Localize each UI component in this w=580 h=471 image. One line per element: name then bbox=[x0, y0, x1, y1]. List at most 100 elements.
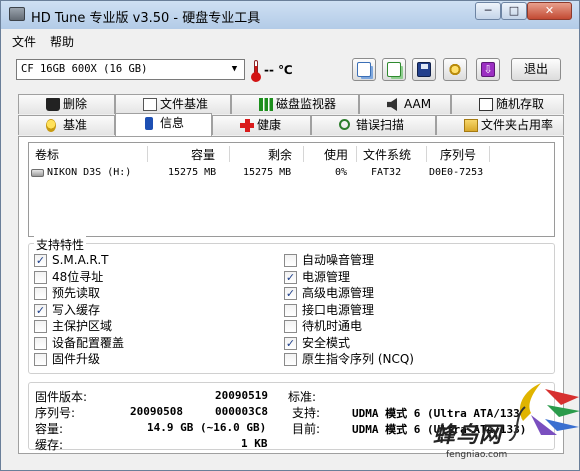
checkbox-checked-icon[interactable]: ✓ bbox=[34, 303, 47, 317]
serial-label: 序列号: bbox=[35, 406, 76, 420]
capacity-value: 14.9 GB (~16.0 GB) bbox=[147, 421, 267, 434]
checkbox-unchecked-icon[interactable] bbox=[284, 254, 297, 267]
feature-label: 固件升级 bbox=[52, 352, 101, 366]
options-icon bbox=[448, 62, 462, 77]
feature-checkbox[interactable]: 原生指令序列 (NCQ) bbox=[284, 352, 414, 368]
checkbox-unchecked-icon[interactable] bbox=[34, 320, 47, 333]
feature-checkbox[interactable]: ✓ 高级电源管理 bbox=[284, 286, 374, 302]
row-volume-label[interactable]: NIKON D3S (H:) bbox=[47, 167, 131, 178]
checkbox-unchecked-icon[interactable] bbox=[284, 303, 297, 317]
tab-file-benchmark-label: 文件基准 bbox=[160, 97, 209, 111]
checkbox-checked-icon[interactable]: ✓ bbox=[284, 336, 297, 350]
feature-checkbox[interactable]: 待机时通电 bbox=[284, 319, 362, 335]
column-header-filesystem[interactable]: 文件系统 bbox=[363, 146, 411, 163]
drive-select[interactable]: CF 16GB 600X (16 GB) ▼ bbox=[16, 59, 245, 80]
tab-aam[interactable]: AAM bbox=[359, 94, 451, 114]
partition-list[interactable]: 卷标 容量 剩余 使用 文件系统 序列号 NIKON D3S (H:) 1527… bbox=[28, 142, 555, 237]
window-title: HD Tune 专业版 v3.50 - 硬盘专业工具 bbox=[31, 11, 261, 26]
app-window: HD Tune 专业版 v3.50 - 硬盘专业工具 ─ □ ✕ 文件 帮助 C… bbox=[0, 0, 580, 471]
feature-label: 48位寻址 bbox=[52, 269, 104, 284]
lightbulb-icon bbox=[46, 119, 56, 132]
feature-label: 电源管理 bbox=[302, 269, 351, 284]
feature-label: 高级电源管理 bbox=[302, 286, 375, 300]
checkbox-checked-icon[interactable]: ✓ bbox=[34, 254, 47, 267]
watermark-text: 蜂鸟网 bbox=[433, 423, 503, 448]
checkbox-checked-icon[interactable]: ✓ bbox=[284, 287, 297, 300]
feature-checkbox[interactable]: ✓ S.M.A.R.T bbox=[34, 253, 108, 269]
serial-value-b: 000003C8 bbox=[215, 405, 268, 418]
watermark-bird-logo bbox=[508, 383, 580, 441]
checkbox-unchecked-icon[interactable] bbox=[34, 270, 47, 284]
copy-text-button[interactable] bbox=[352, 58, 376, 81]
feature-checkbox[interactable]: 固件升级 bbox=[34, 352, 100, 368]
checkbox-unchecked-icon[interactable] bbox=[34, 287, 47, 300]
column-header-serial[interactable]: 序列号 bbox=[440, 146, 476, 163]
tab-random-access[interactable]: 随机存取 bbox=[451, 94, 564, 114]
tab-error-scan[interactable]: 错误扫描 bbox=[311, 115, 436, 135]
column-header-free[interactable]: 剩余 bbox=[268, 146, 292, 163]
close-button[interactable]: ✕ bbox=[527, 2, 572, 20]
checkbox-checked-icon[interactable]: ✓ bbox=[284, 270, 297, 284]
menu-bar: 文件 帮助 bbox=[1, 30, 579, 50]
toolbar: CF 16GB 600X (16 GB) ▼ -- ℃ ⇩ 退出 bbox=[1, 51, 579, 89]
save-icon bbox=[417, 62, 431, 77]
menu-help[interactable]: 帮助 bbox=[50, 33, 74, 50]
features-title: 支持特性 bbox=[34, 236, 87, 253]
minimize-button[interactable]: ─ bbox=[475, 2, 501, 20]
tab-folder-usage[interactable]: 文件夹占用率 bbox=[436, 115, 564, 135]
tab-erase[interactable]: 删除 bbox=[18, 94, 115, 114]
tab-random-access-label: 随机存取 bbox=[496, 97, 545, 111]
copy-screenshot-button[interactable] bbox=[382, 58, 406, 81]
feature-checkbox[interactable]: 接口电源管理 bbox=[284, 303, 374, 319]
feature-checkbox[interactable]: 设备配置覆盖 bbox=[34, 336, 124, 352]
column-header-label[interactable]: 卷标 bbox=[35, 146, 59, 163]
download-icon: ⇩ bbox=[481, 62, 495, 77]
feature-checkbox[interactable]: ✓ 电源管理 bbox=[284, 270, 350, 286]
tab-info-label: 信息 bbox=[160, 116, 185, 130]
tab-disk-monitor[interactable]: 磁盘监视器 bbox=[231, 94, 359, 114]
copy-text-icon bbox=[357, 62, 371, 77]
feature-label: S.M.A.R.T bbox=[52, 253, 109, 267]
checkbox-unchecked-icon[interactable] bbox=[34, 353, 47, 366]
chevron-down-icon[interactable]: ▼ bbox=[227, 62, 242, 77]
maximize-button[interactable]: □ bbox=[501, 2, 527, 20]
feature-label: 设备配置覆盖 bbox=[52, 335, 125, 350]
options-button[interactable] bbox=[443, 58, 467, 81]
checkbox-unchecked-icon[interactable] bbox=[284, 320, 297, 333]
info-icon bbox=[145, 117, 153, 130]
trash-icon bbox=[46, 98, 60, 111]
feature-checkbox[interactable]: 主保护区域 bbox=[34, 319, 112, 335]
download-button[interactable]: ⇩ bbox=[476, 58, 500, 81]
drive-select-value: CF 16GB 600X (16 GB) bbox=[21, 63, 148, 75]
column-header-used[interactable]: 使用 bbox=[324, 146, 348, 163]
speaker-icon bbox=[387, 98, 397, 111]
tab-folder-usage-label: 文件夹占用率 bbox=[481, 118, 554, 132]
tab-error-scan-label: 错误扫描 bbox=[356, 118, 405, 132]
supported-mode-label: 支持: bbox=[292, 406, 321, 420]
title-bar: HD Tune 专业版 v3.50 - 硬盘专业工具 ─ □ ✕ bbox=[1, 1, 579, 29]
tab-info[interactable]: 信息 bbox=[115, 113, 212, 136]
tab-disk-monitor-label: 磁盘监视器 bbox=[276, 97, 337, 111]
feature-checkbox[interactable]: ✓ 安全模式 bbox=[284, 336, 350, 352]
menu-file[interactable]: 文件 bbox=[12, 33, 36, 50]
row-free: 15275 MB bbox=[243, 167, 292, 178]
column-header-capacity[interactable]: 容量 bbox=[191, 146, 215, 163]
feature-label: 原生指令序列 (NCQ) bbox=[302, 352, 414, 366]
tab-health-label: 健康 bbox=[257, 118, 282, 132]
feature-checkbox[interactable]: 预先读取 bbox=[34, 286, 100, 302]
feature-checkbox[interactable]: 48位寻址 bbox=[34, 270, 103, 286]
checkbox-unchecked-icon[interactable] bbox=[284, 353, 297, 366]
feature-checkbox[interactable]: 自动噪音管理 bbox=[284, 253, 374, 269]
tab-benchmark-label: 基准 bbox=[63, 118, 88, 132]
tab-health[interactable]: 健康 bbox=[212, 115, 311, 135]
tab-erase-label: 删除 bbox=[63, 97, 88, 111]
cache-value: 1 KB bbox=[241, 437, 268, 450]
exit-button[interactable]: 退出 bbox=[511, 58, 561, 81]
tab-file-benchmark[interactable]: 文件基准 bbox=[115, 94, 231, 114]
tab-benchmark[interactable]: 基准 bbox=[18, 115, 115, 135]
supported-features-group: 支持特性 ✓ S.M.A.R.T 48位寻址预先读取 ✓ 写入缓存 主保护区域 设备配置覆盖… bbox=[28, 236, 555, 374]
save-button[interactable] bbox=[412, 58, 436, 81]
feature-checkbox[interactable]: ✓ 写入缓存 bbox=[34, 303, 100, 319]
firmware-label: 固件版本: bbox=[35, 390, 88, 404]
checkbox-unchecked-icon[interactable] bbox=[34, 336, 47, 350]
